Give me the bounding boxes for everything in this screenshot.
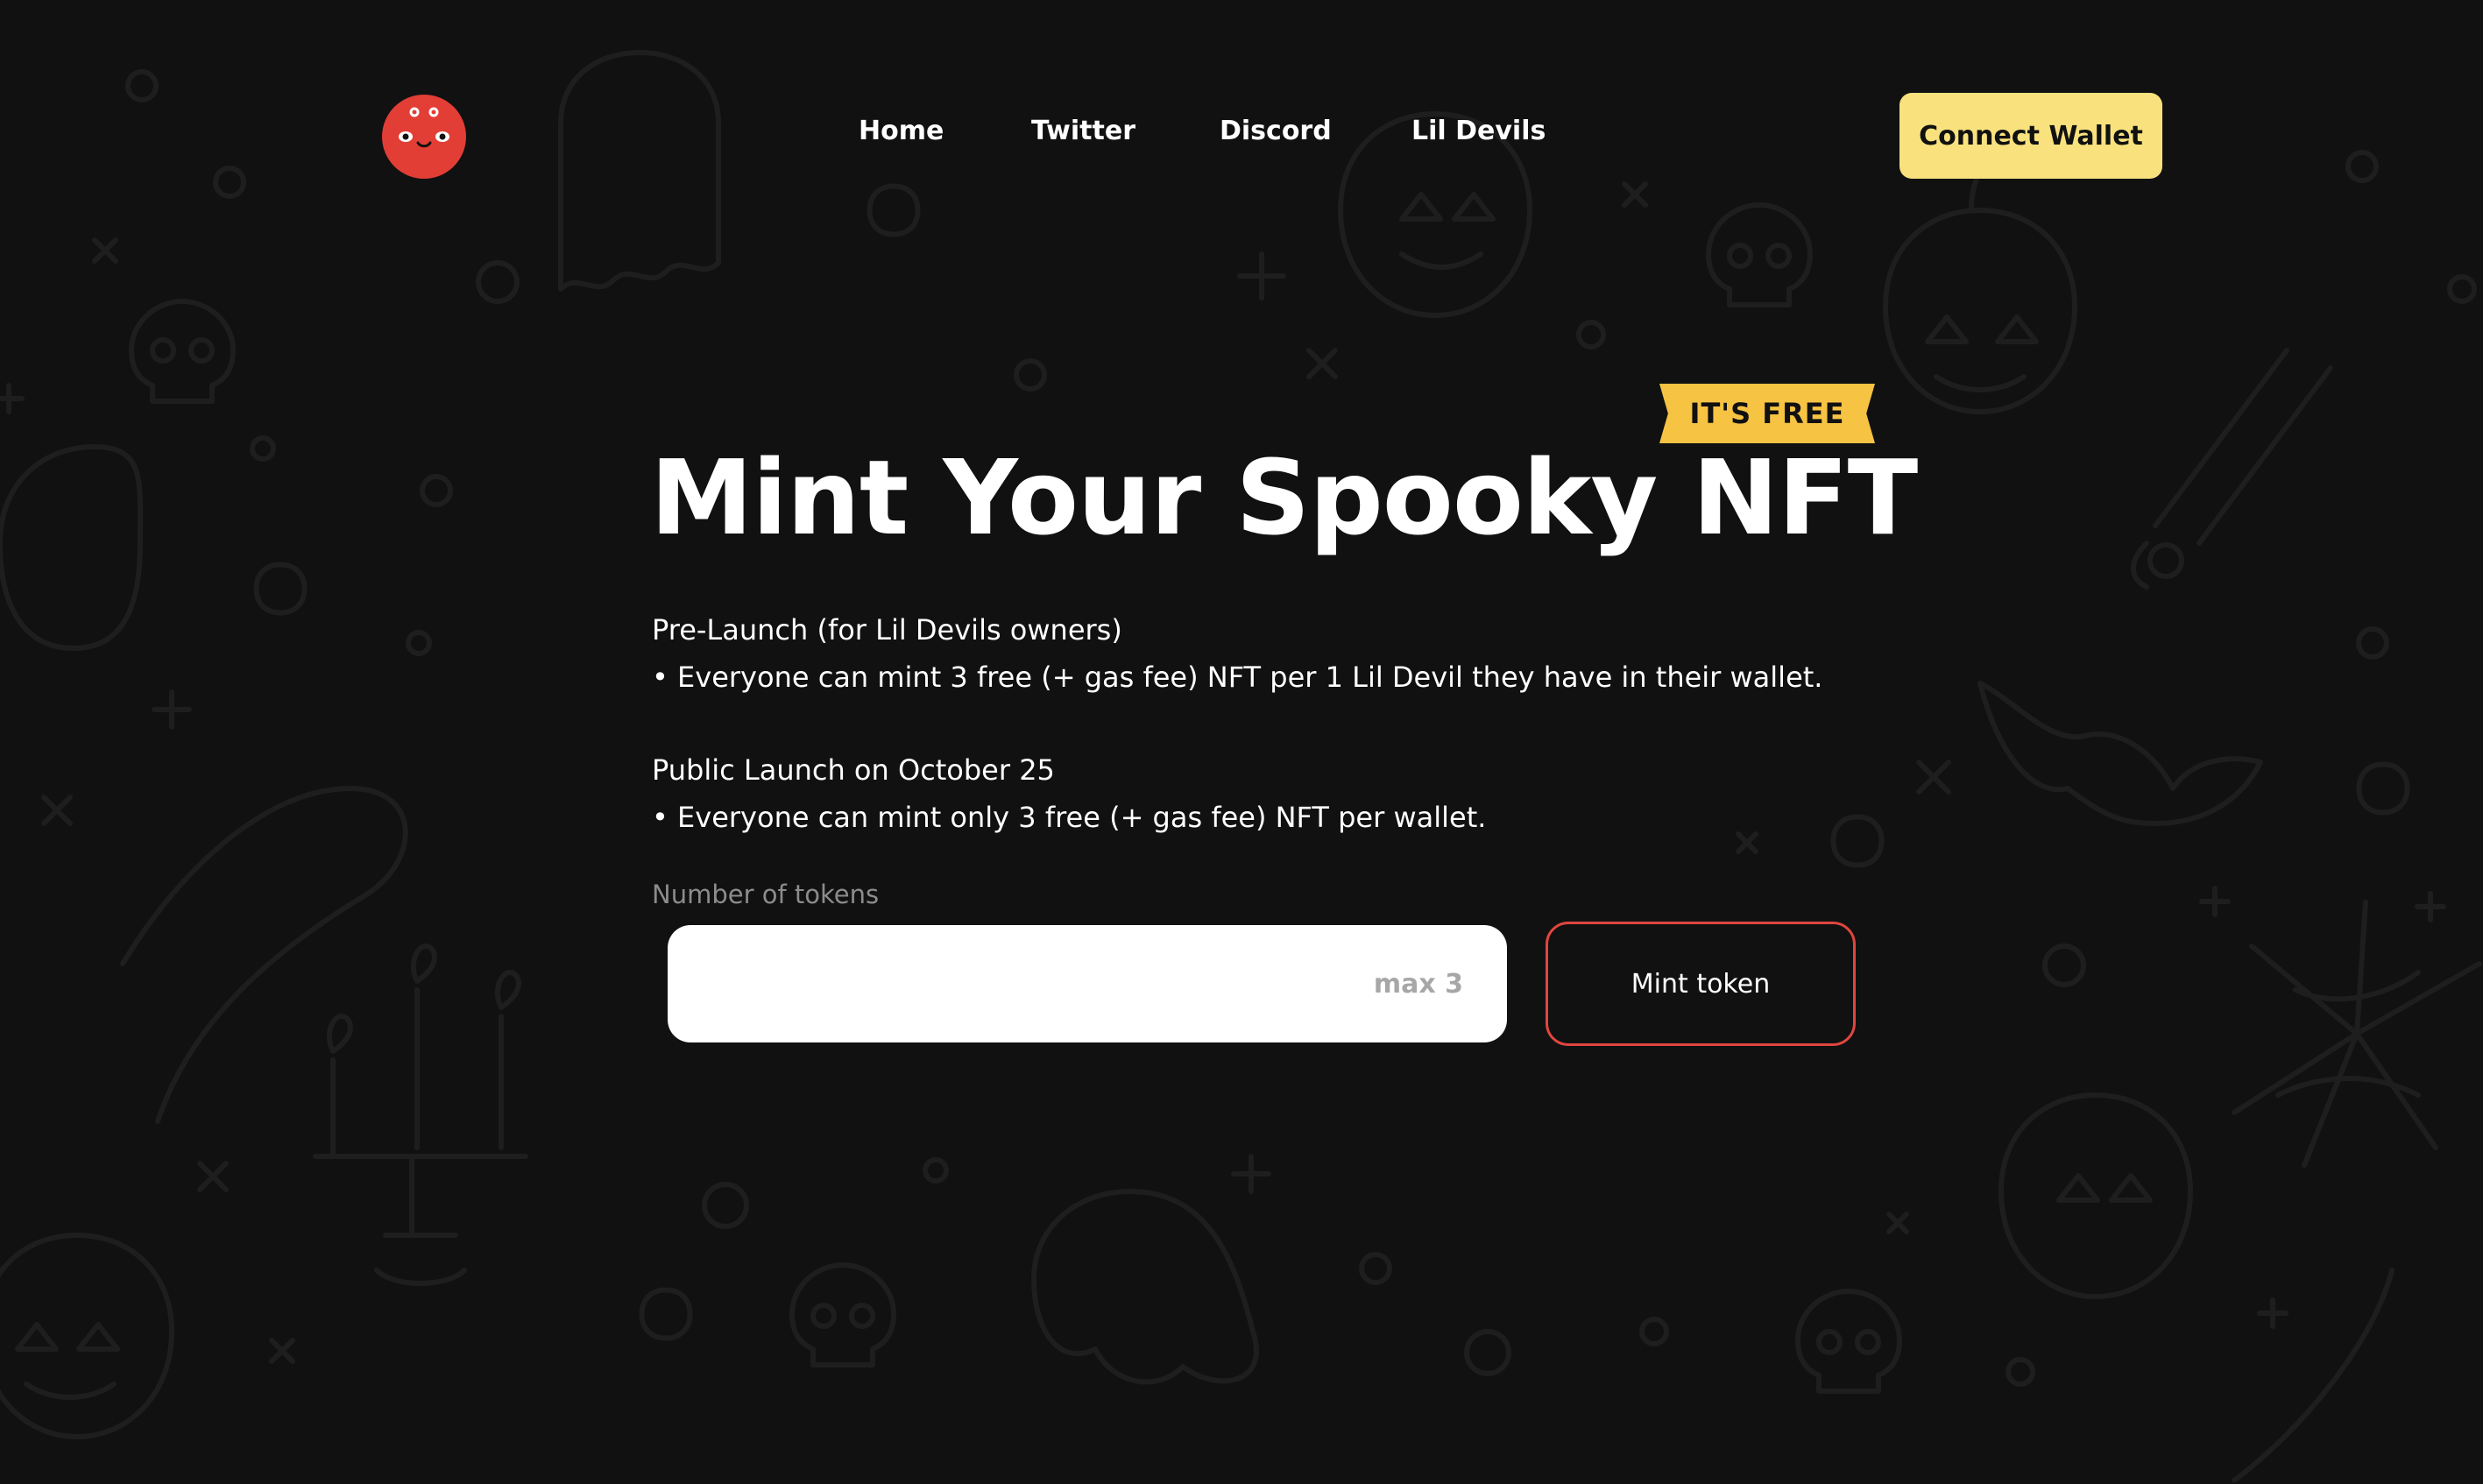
token-input-container xyxy=(668,925,1507,1042)
nav-twitter[interactable]: Twitter xyxy=(1031,116,1135,146)
free-badge: IT'S FREE xyxy=(1659,384,1875,443)
mint-token-button[interactable]: Mint token xyxy=(1546,922,1856,1046)
token-count-input[interactable] xyxy=(668,925,1507,1042)
nav-home[interactable]: Home xyxy=(859,116,944,146)
devil-logo-icon[interactable] xyxy=(382,95,466,179)
nav-lil-devils[interactable]: Lil Devils xyxy=(1411,116,1546,146)
prelaunch-heading: Pre-Launch (for Lil Devils owners) xyxy=(652,613,1122,647)
prelaunch-bullet: • Everyone can mint 3 free (+ gas fee) N… xyxy=(652,661,1823,694)
token-count-label: Number of tokens xyxy=(652,880,880,909)
public-launch-bullet: • Everyone can mint only 3 free (+ gas f… xyxy=(652,801,1487,834)
connect-wallet-button[interactable]: Connect Wallet xyxy=(1899,93,2162,179)
mint-page: Home Twitter Discord Lil Devils Connect … xyxy=(0,0,2483,1484)
public-launch-heading: Public Launch on October 25 xyxy=(652,753,1055,787)
public-launch-info: Public Launch on October 25 • Everyone c… xyxy=(652,746,1486,841)
prelaunch-info: Pre-Launch (for Lil Devils owners) • Eve… xyxy=(652,606,1822,701)
page-title: Mint Your Spooky NFT xyxy=(650,437,1918,558)
nav-discord[interactable]: Discord xyxy=(1220,116,1332,146)
